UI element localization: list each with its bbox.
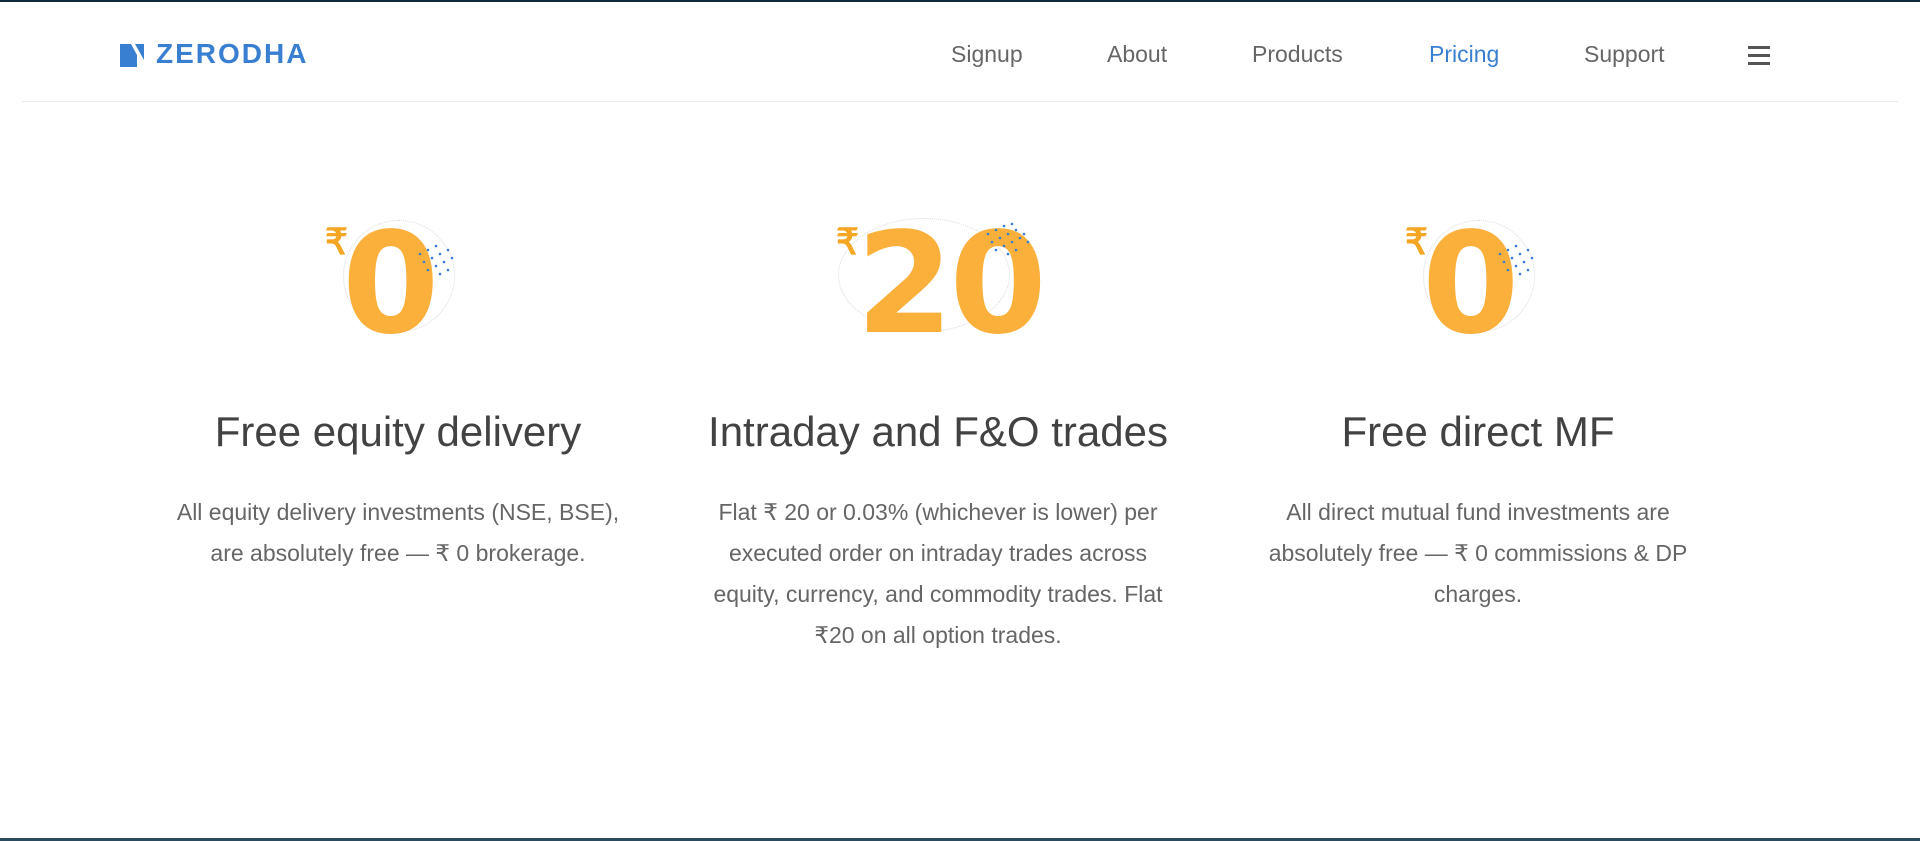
price-figure: ₹ 0 bbox=[148, 212, 648, 357]
nav-link-support[interactable]: Support bbox=[1584, 40, 1665, 68]
feature-description: All direct mutual fund investments are a… bbox=[1268, 498, 1688, 607]
zerodha-logo-icon bbox=[120, 44, 144, 67]
feature-intraday-fo-trades: ₹ 20 Intraday and F&O trades Flat ₹ 20 o… bbox=[688, 212, 1188, 656]
price-amount: 0 bbox=[1422, 203, 1519, 366]
nav-link-signup[interactable]: Signup bbox=[951, 40, 1023, 68]
brand-logo[interactable]: ZERODHA bbox=[120, 40, 308, 68]
price-figure: ₹ 0 bbox=[1228, 212, 1728, 357]
nav-link-about[interactable]: About bbox=[1107, 40, 1167, 68]
feature-title: Intraday and F&O trades bbox=[708, 408, 1168, 455]
decorative-dots-icon bbox=[418, 244, 454, 276]
nav-link-products[interactable]: Products bbox=[1252, 40, 1343, 68]
decorative-dots-icon bbox=[986, 222, 1030, 256]
feature-description: All equity delivery investments (NSE, BS… bbox=[176, 498, 620, 566]
feature-title: Free equity delivery bbox=[214, 408, 582, 455]
navbar: ZERODHA Signup About Products Pricing Su… bbox=[0, 2, 1920, 102]
price-amount: 0 bbox=[342, 203, 439, 366]
feature-free-direct-mf: ₹ 0 Free direct MF All direct mutual fun… bbox=[1228, 212, 1728, 615]
hamburger-menu-icon[interactable] bbox=[1748, 46, 1770, 66]
price-figure: ₹ 20 bbox=[688, 212, 1188, 357]
decorative-dots-icon bbox=[1498, 244, 1534, 276]
nav-link-pricing[interactable]: Pricing bbox=[1429, 40, 1499, 68]
feature-description: Flat ₹ 20 or 0.03% (whichever is lower) … bbox=[713, 498, 1163, 648]
feature-free-equity-delivery: ₹ 0 Free equity delivery All equity deli… bbox=[148, 212, 648, 574]
feature-title: Free direct MF bbox=[1341, 408, 1615, 455]
brand-name: ZERODHA bbox=[156, 38, 309, 69]
navbar-divider bbox=[22, 101, 1898, 102]
